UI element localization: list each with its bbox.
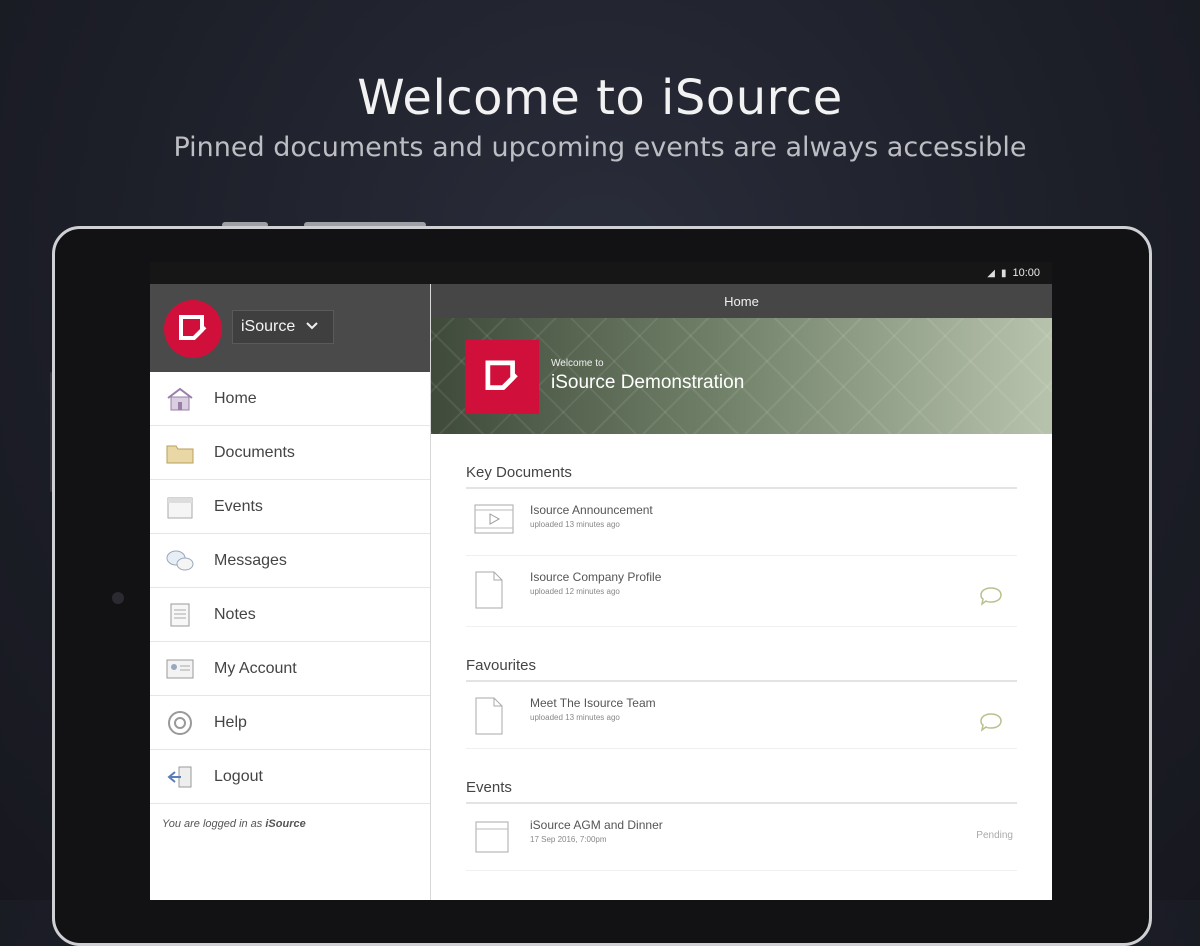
welcome-banner: Welcome to iSource Demonstration [431, 318, 1052, 434]
document-title: Meet The Isource Team [530, 696, 656, 710]
sidebar-item-label: My Account [214, 659, 297, 677]
list-item[interactable]: Isource Company Profile uploaded 12 minu… [466, 556, 1017, 627]
banner-welcome-text: Welcome to [551, 358, 604, 369]
sidebar-item-logout[interactable]: Logout [150, 750, 430, 804]
logout-icon [164, 763, 196, 791]
logged-in-note: You are logged in as iSource [150, 804, 430, 844]
chat-bubbles-icon [164, 547, 196, 575]
video-icon [474, 503, 514, 540]
chevron-down-icon [305, 318, 319, 336]
folder-icon [164, 439, 196, 467]
home-content: Key Documents Isource Announcement uploa… [431, 464, 1052, 871]
sidebar-item-label: Help [214, 713, 247, 731]
banner-org-name: iSource Demonstration [551, 372, 745, 393]
comment-icon[interactable] [979, 586, 1003, 611]
org-selector[interactable]: iSource [232, 310, 334, 344]
calendar-icon [474, 818, 510, 859]
document-icon [474, 696, 504, 741]
notes-icon [164, 601, 196, 629]
status-bar: ◢ ▮ 10:00 [150, 262, 1052, 284]
sidebar-item-label: Messages [214, 551, 287, 569]
comment-icon[interactable] [979, 712, 1003, 737]
battery-icon: ▮ [1000, 267, 1007, 279]
document-meta: uploaded 13 minutes ago [530, 713, 620, 722]
document-meta: uploaded 13 minutes ago [530, 520, 620, 529]
sidebar-item-my-account[interactable]: My Account [150, 642, 430, 696]
event-date: 17 Sep 2016, 7:00pm [530, 835, 607, 844]
banner-logo-icon [465, 340, 539, 414]
sidebar-header: iSource [150, 284, 430, 372]
org-selector-label: iSource [241, 318, 296, 335]
sidebar-item-help[interactable]: Help [150, 696, 430, 750]
document-icon [474, 570, 504, 615]
sidebar-item-label: Home [214, 389, 257, 407]
sidebar: iSource Home Documents Events Messages N… [150, 284, 431, 900]
page-title-bar: Home [431, 284, 1052, 318]
sidebar-item-home[interactable]: Home [150, 372, 430, 426]
lifebuoy-icon [164, 709, 196, 737]
sidebar-item-label: Logout [214, 767, 263, 785]
sidebar-item-label: Notes [214, 605, 256, 623]
logged-in-user: iSource [265, 818, 306, 830]
list-item[interactable]: iSource AGM and Dinner 17 Sep 2016, 7:00… [466, 804, 1017, 871]
list-item[interactable]: Meet The Isource Team uploaded 13 minute… [466, 682, 1017, 749]
page-title: Home [724, 293, 759, 309]
sidebar-item-documents[interactable]: Documents [150, 426, 430, 480]
document-title: Isource Announcement [530, 503, 653, 517]
list-item[interactable]: Isource Announcement uploaded 13 minutes… [466, 489, 1017, 556]
event-title: iSource AGM and Dinner [530, 818, 663, 832]
status-time: 10:00 [1012, 267, 1040, 279]
promo-subtitle: Pinned documents and upcoming events are… [173, 132, 1027, 163]
promo-title: Welcome to iSource [357, 70, 843, 126]
calendar-icon [164, 493, 196, 521]
account-card-icon [164, 655, 196, 683]
document-title: Isource Company Profile [530, 570, 662, 584]
section-title-key-documents: Key Documents [466, 464, 1017, 489]
app-logo-icon [164, 300, 222, 358]
sidebar-item-messages[interactable]: Messages [150, 534, 430, 588]
section-title-favourites: Favourites [466, 657, 1017, 682]
main-panel: Home Welcome to iSource Demonstration Ke… [431, 284, 1052, 900]
document-meta: uploaded 12 minutes ago [530, 587, 620, 596]
app-screen: ◢ ▮ 10:00 iSource Home Documents Events … [150, 262, 1052, 900]
sidebar-item-events[interactable]: Events [150, 480, 430, 534]
logged-in-prefix: You are logged in as [162, 818, 263, 830]
sidebar-item-label: Events [214, 497, 263, 515]
home-icon [164, 385, 196, 413]
section-title-events: Events [466, 779, 1017, 804]
signal-icon: ◢ [987, 267, 995, 279]
sidebar-item-label: Documents [214, 443, 295, 461]
sidebar-item-notes[interactable]: Notes [150, 588, 430, 642]
event-status: Pending [976, 830, 1013, 841]
tablet-camera [112, 592, 124, 604]
